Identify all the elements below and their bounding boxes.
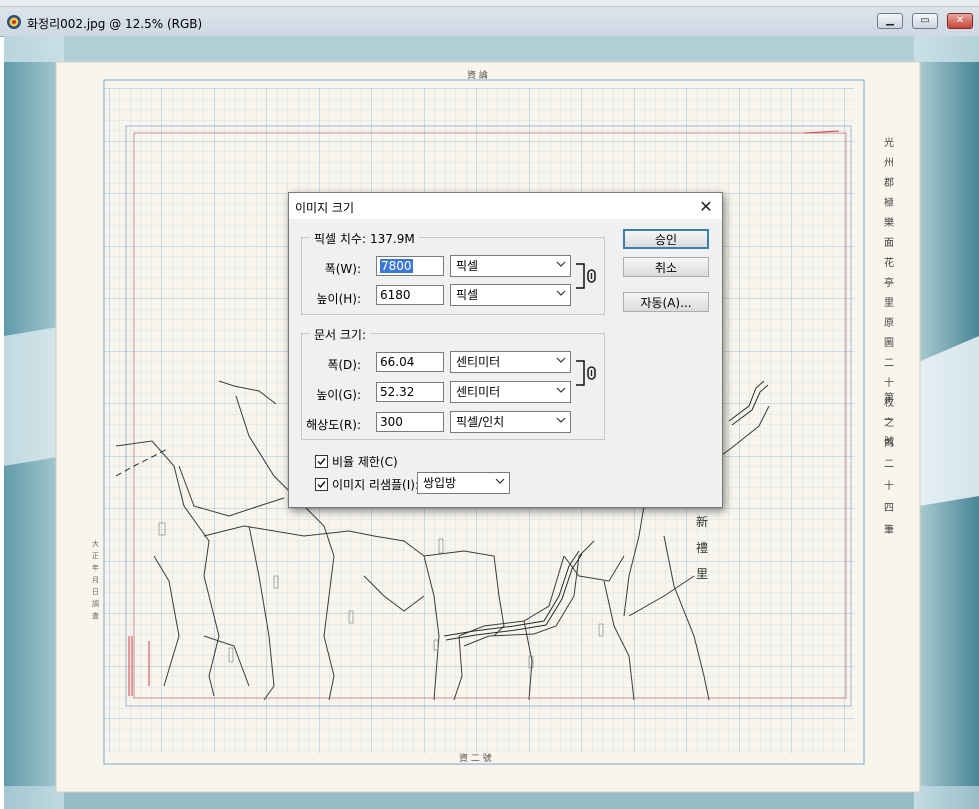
doc-width-label: 폭(D):	[327, 358, 361, 372]
document-size-label: 문서 크기:	[310, 326, 371, 343]
restore-button[interactable]: ▭	[912, 13, 938, 29]
scan-right-column-char: 花	[884, 256, 894, 269]
doc-height-value: 52.32	[380, 385, 415, 399]
scan-right-column-char: 州	[884, 157, 894, 169]
scan-right-column-char: 十	[884, 479, 894, 492]
scan-right-column-char: 第	[884, 391, 894, 404]
scan-right-column-char: 號	[884, 435, 894, 448]
dialog-close-button[interactable]: ✕	[696, 196, 716, 216]
scan-right-column-char: 一	[884, 415, 894, 426]
doc-width-unit: 센티미터	[456, 355, 501, 369]
minimize-icon: ▁	[886, 15, 894, 26]
close-window-button[interactable]: ✕	[947, 13, 973, 29]
scan-right-column-char: 里	[884, 297, 894, 309]
pixel-height-value: 6180	[380, 288, 411, 302]
doc-width-unit-select[interactable]: 센티미터	[450, 351, 571, 373]
chevron-down-icon	[556, 357, 566, 363]
pixel-dimensions-label: 픽셀 치수:	[314, 232, 367, 246]
auto-button[interactable]: 자동(A)...	[623, 292, 709, 312]
scan-village-char: 禮	[696, 541, 708, 555]
checkbox-box[interactable]	[315, 455, 328, 468]
scan-right-column-char: 原	[884, 317, 894, 329]
resolution-label: 해상도(R):	[306, 418, 361, 432]
doc-height-unit-select[interactable]: 센티미터	[450, 381, 571, 403]
pixel-height-input[interactable]: 6180	[376, 285, 444, 305]
scan-right-column-char: 二	[884, 358, 894, 369]
scan-village-char: 里	[696, 567, 708, 581]
resolution-unit: 픽셀/인치	[456, 415, 505, 429]
doc-height-label: 높이(G):	[316, 388, 361, 402]
constrain-proportions-label: 비율 제한(C)	[332, 455, 398, 469]
scan-right-column-char: 二	[884, 459, 894, 470]
pixel-width-unit-select[interactable]: 픽셀	[450, 255, 571, 277]
resolution-input[interactable]: 300	[376, 412, 444, 432]
image-size-dialog: 이미지 크기 ✕ 픽셀 치수: 137.9M 폭(W): 7800 픽셀 높이(H…	[288, 192, 723, 508]
scan-right-column-char: 光	[884, 136, 894, 149]
resample-image-checkbox[interactable]: 이미지 리샘플(I):	[315, 476, 419, 493]
scan-left-mark-char: 査	[92, 611, 99, 620]
chevron-down-icon	[556, 261, 566, 267]
scan-right-column-char: 筆	[884, 523, 894, 536]
panel-strip	[0, 0, 979, 7]
chevron-down-icon	[556, 417, 566, 423]
scan-right-column-char: 四	[884, 503, 894, 514]
chevron-down-icon	[556, 290, 566, 296]
document-title: 화정리002.jpg @ 12.5% (RGB)	[27, 17, 203, 31]
resample-image-label: 이미지 리샘플(I):	[332, 478, 420, 492]
doc-height-input[interactable]: 52.32	[376, 382, 444, 402]
scan-right-column-char: 十	[884, 376, 894, 389]
scan-village-char: 新	[696, 514, 708, 529]
ok-button[interactable]: 승인	[623, 229, 709, 249]
scan-left-mark-char: 正	[92, 552, 99, 560]
scan-left-mark-char: 月	[92, 576, 99, 584]
doc-width-input[interactable]: 66.04	[376, 352, 444, 372]
scan-village-name: 新禮里	[696, 514, 708, 581]
pixel-width-input[interactable]: 7800	[376, 256, 444, 276]
scan-left-mark-char: 大	[92, 539, 99, 548]
scan-right-column-char: 郡	[884, 177, 894, 189]
resample-method-select[interactable]: 쌍입방	[417, 472, 510, 494]
minimize-button[interactable]: ▁	[877, 13, 903, 29]
chain-link-icon	[576, 360, 596, 386]
constrain-proportions-checkbox[interactable]: 비율 제한(C)	[315, 453, 398, 470]
scan-right-column-char: 面	[884, 238, 894, 249]
photoshop-document-icon	[7, 15, 21, 29]
resample-method-value: 쌍입방	[423, 476, 457, 490]
pixel-width-value: 7800	[380, 259, 413, 273]
checkbox-box[interactable]	[315, 478, 328, 491]
checkmark-icon	[317, 458, 326, 466]
scan-left-mark-char: 年	[92, 563, 99, 572]
pixel-width-unit: 픽셀	[456, 259, 479, 273]
scan-right-column-char: 圖	[884, 337, 894, 349]
chevron-down-icon	[556, 387, 566, 393]
restore-icon: ▭	[920, 15, 930, 26]
scan-left-marks: 大正年月日調査	[92, 539, 99, 620]
scan-right-column-char: 亭	[884, 276, 894, 289]
pixel-height-unit-select[interactable]: 픽셀	[450, 284, 571, 306]
pixel-dimensions-size: 137.9M	[370, 232, 415, 246]
close-icon: ✕	[955, 15, 965, 26]
cancel-button[interactable]: 취소	[623, 257, 709, 277]
dialog-title: 이미지 크기	[295, 201, 355, 215]
pixel-dimensions-legend: 픽셀 치수: 137.9M	[310, 230, 419, 247]
document-titlebar[interactable]: 화정리002.jpg @ 12.5% (RGB) ▁ ▭ ✕	[0, 0, 979, 37]
scan-bottom-label: 資 二 號	[459, 752, 492, 764]
chain-link-icon	[576, 263, 596, 289]
scan-top-label: 資 論	[467, 69, 488, 81]
checkmark-icon	[317, 481, 326, 489]
pixel-height-label: 높이(H):	[316, 292, 361, 306]
close-icon: ✕	[699, 196, 713, 216]
chevron-down-icon	[495, 478, 505, 484]
dialog-titlebar[interactable]: 이미지 크기 ✕	[289, 193, 722, 219]
scan-left-mark-char: 調	[92, 599, 99, 608]
doc-height-unit: 센티미터	[456, 385, 501, 399]
scan-left-mark-char: 日	[92, 588, 99, 596]
scan-right-column-char: 極	[884, 196, 894, 209]
resolution-unit-select[interactable]: 픽셀/인치	[450, 411, 571, 433]
doc-width-value: 66.04	[380, 355, 415, 369]
pixel-height-unit: 픽셀	[456, 288, 479, 302]
pixel-width-label: 폭(W):	[324, 262, 361, 276]
scan-right-column-char: 樂	[884, 216, 894, 229]
resolution-value: 300	[380, 415, 403, 429]
